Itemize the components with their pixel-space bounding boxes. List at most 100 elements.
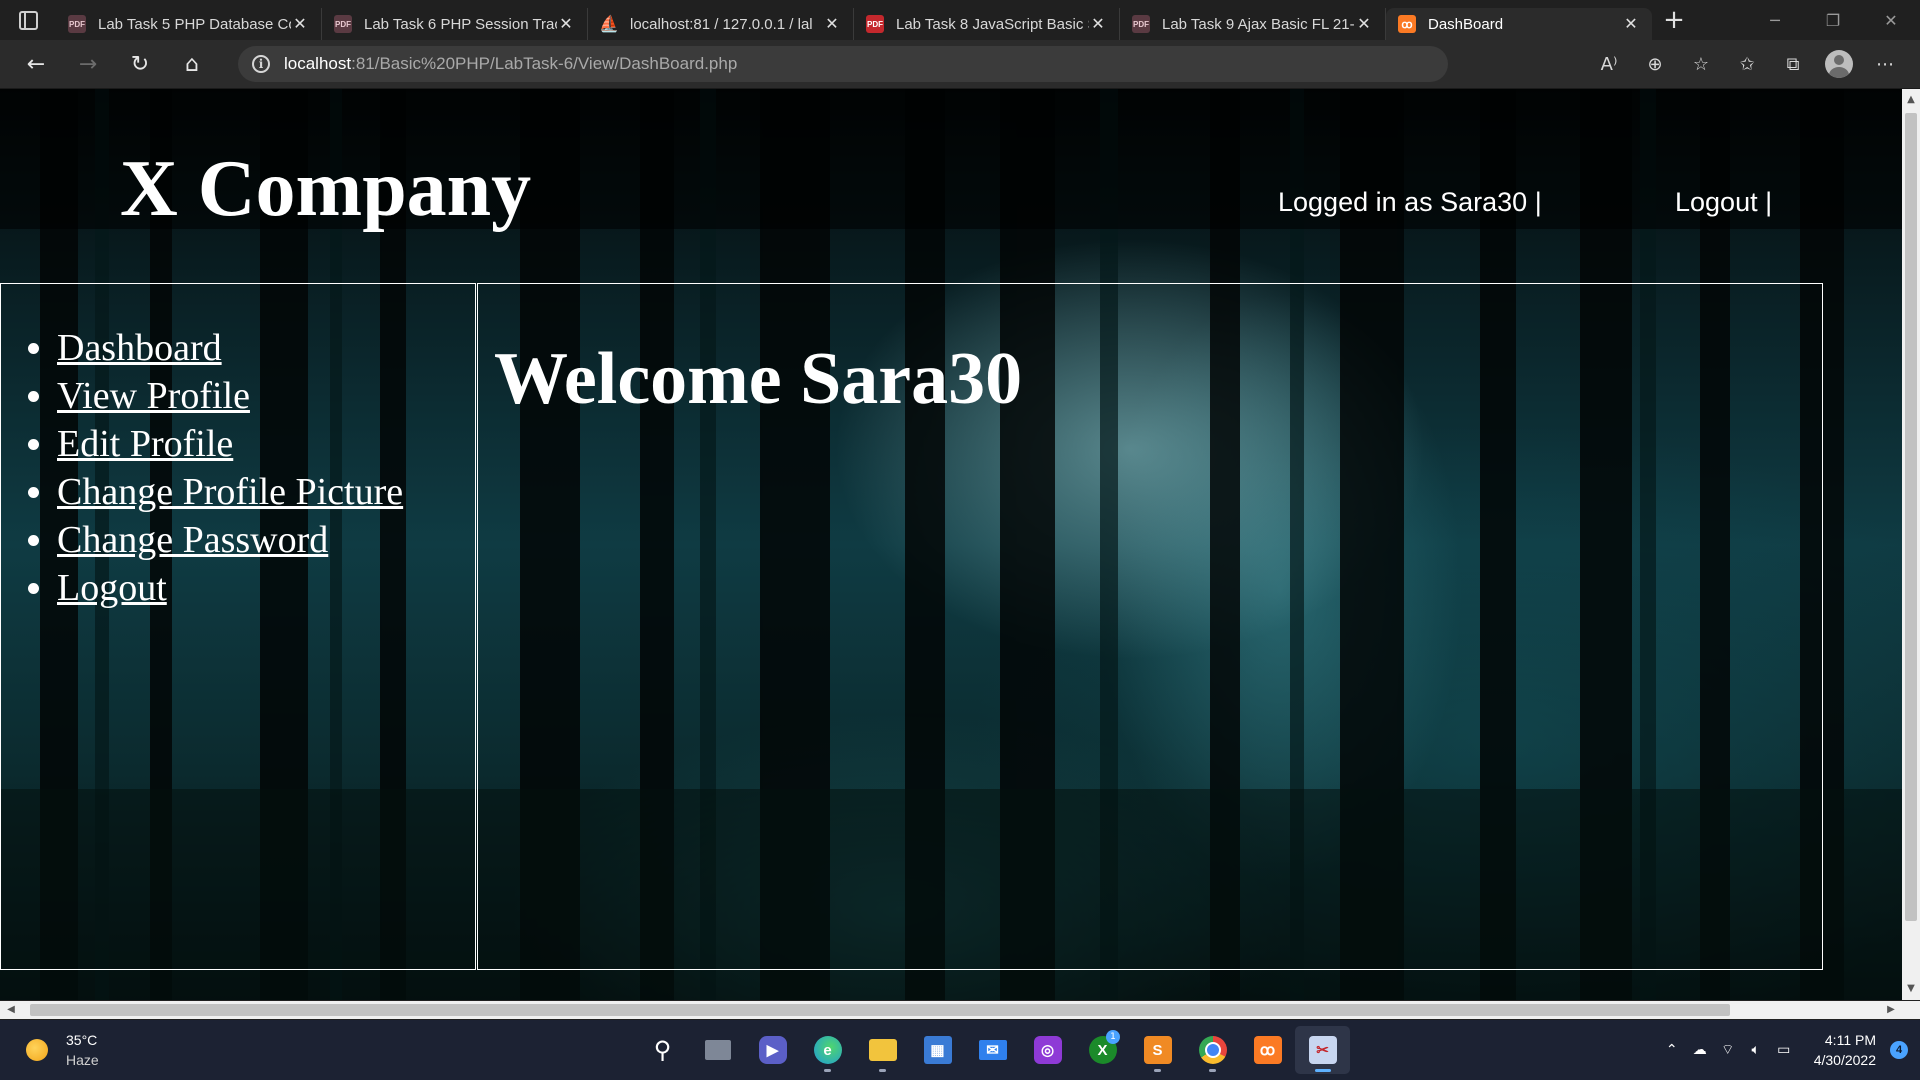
notifications-badge[interactable]: 4: [1890, 1041, 1908, 1059]
company-title: X Company: [120, 145, 532, 233]
taskbar-snipping-tool[interactable]: ✂: [1295, 1026, 1350, 1074]
nav-item-view-profile: View Profile: [57, 372, 475, 420]
nav-link-dashboard[interactable]: Dashboard: [57, 327, 222, 369]
nav-link-change-profile-picture[interactable]: Change Profile Picture: [57, 471, 403, 513]
nav-link-edit-profile[interactable]: Edit Profile: [57, 423, 233, 465]
vertical-scrollbar[interactable]: ▲ ▼: [1902, 89, 1920, 1000]
windows-start-icon: [595, 1037, 621, 1063]
minimize-button[interactable]: ─: [1746, 0, 1804, 40]
pdf-icon: PDF: [1132, 15, 1150, 33]
browser-tabstrip: PDF Lab Task 5 PHP Database Co ✕ PDF Lab…: [0, 0, 1920, 40]
site-header: X Company Logged in as Sara30 | Logout |: [0, 89, 1902, 283]
weather-widget[interactable]: 35°C Haze: [26, 1030, 99, 1070]
close-tab-icon[interactable]: ✕: [1089, 14, 1107, 34]
scroll-right-icon[interactable]: ▶: [1882, 1001, 1900, 1019]
scroll-down-icon[interactable]: ▼: [1902, 980, 1920, 998]
pdf-icon: PDF: [334, 15, 352, 33]
read-aloud-icon[interactable]: A⁾: [1586, 44, 1632, 84]
nav-link-change-password[interactable]: Change Password: [57, 519, 328, 561]
horizontal-scrollbar[interactable]: ◀ ▶: [0, 1001, 1902, 1019]
onedrive-cloud-icon[interactable]: ☁: [1686, 1042, 1714, 1058]
more-menu-icon[interactable]: ⋯: [1862, 44, 1908, 84]
zoom-icon[interactable]: ⊕: [1632, 44, 1678, 84]
taskbar-messenger[interactable]: ◎: [1020, 1026, 1075, 1074]
collections-icon[interactable]: ⧉: [1770, 44, 1816, 84]
taskbar-store[interactable]: ▦: [910, 1026, 965, 1074]
taskbar-xbox[interactable]: X1: [1075, 1026, 1130, 1074]
refresh-button[interactable]: ↻: [114, 44, 166, 84]
taskbar-chat[interactable]: ▶: [745, 1026, 800, 1074]
weather-sun-icon: [26, 1039, 48, 1061]
home-button[interactable]: ⌂: [166, 44, 218, 84]
close-tab-icon[interactable]: ✕: [1622, 14, 1640, 34]
teams-chat-icon: ▶: [758, 1036, 787, 1064]
scroll-left-icon[interactable]: ◀: [2, 1001, 20, 1019]
wifi-icon[interactable]: ⌔: [1714, 1041, 1742, 1059]
sublime-text-icon: S: [1143, 1036, 1172, 1064]
forward-button[interactable]: →: [62, 44, 114, 84]
nav-link-view-profile[interactable]: View Profile: [57, 375, 250, 417]
taskbar-edge[interactable]: e: [800, 1026, 855, 1074]
xampp-icon: ꝏ: [1398, 15, 1416, 33]
running-indicator: [1315, 1069, 1331, 1072]
horizontal-scroll-thumb[interactable]: [30, 1004, 1730, 1016]
start-button[interactable]: [580, 1026, 635, 1074]
close-window-button[interactable]: ✕: [1862, 0, 1920, 40]
tab-title: Lab Task 5 PHP Database Co: [98, 15, 291, 33]
close-tab-icon[interactable]: ✕: [823, 14, 841, 34]
taskbar-file-explorer[interactable]: [855, 1026, 910, 1074]
taskbar-chrome[interactable]: [1185, 1026, 1240, 1074]
browser-toolbar: ← → ↻ ⌂ i localhost:81/Basic%20PHP/LabTa…: [0, 40, 1920, 89]
running-indicator: [1209, 1069, 1216, 1072]
welcome-heading: Welcome Sara30: [494, 338, 1023, 420]
taskbar-task-view[interactable]: [690, 1026, 745, 1074]
new-tab-button[interactable]: +: [1652, 0, 1696, 40]
back-button[interactable]: ←: [10, 44, 62, 84]
tab-title: Lab Task 8 JavaScript Basic S: [896, 15, 1089, 33]
browser-tab[interactable]: PDF Lab Task 9 Ajax Basic FL 21- ✕: [1120, 8, 1386, 40]
battery-icon[interactable]: ▭: [1770, 1042, 1798, 1058]
close-tab-icon[interactable]: ✕: [1355, 14, 1373, 34]
site-info-icon[interactable]: i: [252, 55, 270, 73]
xbox-badge: 1: [1106, 1030, 1120, 1044]
nav-item-edit-profile: Edit Profile: [57, 420, 475, 468]
profile-avatar[interactable]: [1825, 50, 1853, 78]
taskbar-apps: ⚲ ▶ e ▦ ✉ ◎ X1 S ꝏ ✂: [580, 1026, 1350, 1074]
nav-list: Dashboard View Profile Edit Profile Chan…: [1, 324, 475, 612]
tab-title: Lab Task 6 PHP Session Trac: [364, 15, 557, 33]
edge-icon: e: [813, 1036, 842, 1064]
volume-icon[interactable]: 🔈︎: [1742, 1042, 1770, 1058]
taskbar-sublime[interactable]: S: [1130, 1026, 1185, 1074]
tab-actions-button[interactable]: [0, 0, 56, 40]
header-logout-link[interactable]: Logout |: [1675, 187, 1772, 218]
browser-tab[interactable]: ⛵ localhost:81 / 127.0.0.1 / lal ✕: [588, 8, 854, 40]
browser-tab[interactable]: PDF Lab Task 6 PHP Session Trac ✕: [322, 8, 588, 40]
logged-in-status: Logged in as Sara30 |: [1278, 187, 1542, 217]
taskbar-xampp[interactable]: ꝏ: [1240, 1026, 1295, 1074]
show-hidden-icons-chevron-icon[interactable]: ⌃: [1658, 1042, 1686, 1058]
store-icon: ▦: [923, 1036, 952, 1064]
restore-button[interactable]: ❐: [1804, 0, 1862, 40]
taskbar-mail[interactable]: ✉: [965, 1026, 1020, 1074]
nav-link-logout[interactable]: Logout: [57, 567, 167, 609]
running-indicator: [1154, 1069, 1161, 1072]
page-viewport: X Company Logged in as Sara30 | Logout |…: [0, 89, 1902, 1000]
search-icon: ⚲: [653, 1036, 672, 1064]
browser-tab[interactable]: PDF Lab Task 8 JavaScript Basic S ✕: [854, 8, 1120, 40]
add-favorite-icon[interactable]: ☆: [1678, 44, 1724, 84]
tab-actions-icon: [18, 10, 38, 30]
tab-title: Lab Task 9 Ajax Basic FL 21-: [1162, 15, 1355, 33]
browser-tab-active[interactable]: ꝏ DashBoard ✕: [1386, 8, 1652, 40]
close-tab-icon[interactable]: ✕: [291, 14, 309, 34]
taskbar-clock[interactable]: 4:11 PM 4/30/2022: [1814, 1030, 1876, 1070]
favorites-icon[interactable]: ✩: [1724, 44, 1770, 84]
scrollbar-corner: [1902, 1001, 1920, 1019]
browser-tab[interactable]: PDF Lab Task 5 PHP Database Co ✕: [56, 8, 322, 40]
close-tab-icon[interactable]: ✕: [557, 14, 575, 34]
vertical-scroll-thumb[interactable]: [1905, 113, 1917, 921]
address-bar[interactable]: i localhost:81/Basic%20PHP/LabTask-6/Vie…: [238, 46, 1448, 82]
weather-condition: Haze: [66, 1052, 99, 1068]
taskbar-search[interactable]: ⚲: [635, 1026, 690, 1074]
phpmyadmin-icon: ⛵: [599, 16, 619, 33]
scroll-up-icon[interactable]: ▲: [1902, 91, 1920, 109]
